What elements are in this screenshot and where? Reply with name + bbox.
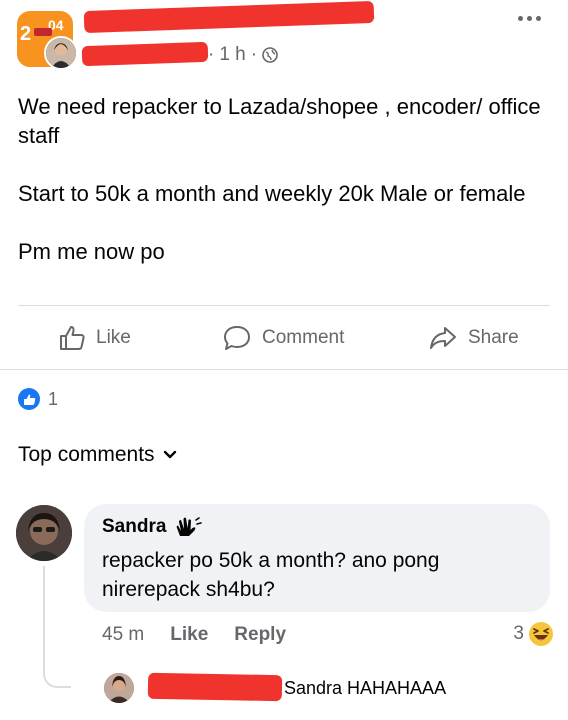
post-time[interactable]: 1 h [219, 44, 245, 66]
more-options-icon[interactable] [518, 8, 548, 28]
comment-label: Comment [262, 327, 345, 348]
comment-reactions[interactable]: 3 [513, 621, 554, 647]
reply-text: Sandra HAHAHAAA [284, 678, 447, 698]
share-label: Share [468, 327, 519, 348]
comments-filter[interactable]: Top comments [18, 443, 177, 467]
waving-hand-badge-icon [177, 517, 203, 536]
comment-like-button[interactable]: Like [170, 624, 208, 646]
meta-separator: · [208, 44, 215, 65]
comment-meta: 45 m Like Reply [102, 624, 286, 646]
comment-reply-button[interactable]: Reply [234, 624, 286, 646]
meta-separator: · [250, 44, 258, 65]
comment-bubble: Sandra repacker po 50k a month? ano pong… [84, 504, 550, 612]
comment-author[interactable]: Sandra [102, 516, 532, 538]
divider [0, 369, 568, 370]
comment-icon [224, 326, 250, 350]
like-label: Like [96, 327, 131, 348]
thumbs-up-icon [60, 326, 85, 350]
haha-reaction-icon [529, 622, 553, 646]
comment-author-name: Sandra [102, 516, 167, 537]
post-header: 2 04 · 1 h · [0, 0, 568, 80]
divider [18, 305, 550, 306]
share-icon [430, 327, 456, 349]
comment-reaction-count: 3 [513, 623, 524, 644]
post-body: We need repacker to Lazada/shopee , enco… [18, 92, 548, 266]
reply-avatar[interactable] [104, 673, 134, 703]
commenter-avatar[interactable] [16, 505, 72, 561]
share-button[interactable]: Share [428, 318, 519, 358]
redacted-author-name [81, 41, 209, 67]
post-meta: · 1 h · [208, 44, 278, 66]
comment-text: repacker po 50k a month? ano pong nirere… [102, 549, 440, 601]
reactions-summary[interactable]: 1 [18, 388, 58, 410]
post-line: Start to 50k a month and weekly 20k Male… [18, 181, 526, 206]
thread-line [43, 566, 71, 688]
comment-button[interactable]: Comment [222, 318, 344, 358]
redacted-page-name [83, 0, 375, 34]
comments-filter-label: Top comments [18, 443, 155, 466]
like-button[interactable]: Like [58, 318, 131, 358]
reaction-count: 1 [48, 388, 59, 409]
comment-time[interactable]: 45 m [102, 624, 144, 646]
redacted-reply-author [147, 672, 283, 702]
chevron-down-icon [163, 450, 176, 459]
like-reaction-icon [18, 388, 40, 410]
post-line: Pm me now po [18, 239, 165, 264]
action-bar: Like Comment Share [0, 318, 568, 358]
post-line: We need repacker to Lazada/shopee , enco… [18, 94, 541, 148]
user-avatar[interactable] [44, 36, 78, 70]
globe-icon [262, 47, 278, 63]
page-badge-number: 2 [20, 23, 31, 45]
